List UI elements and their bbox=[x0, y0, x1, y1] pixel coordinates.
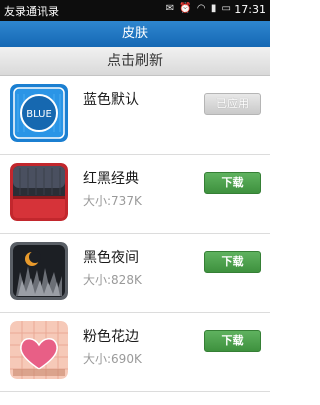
message-icon: ✉ bbox=[165, 3, 176, 14]
skin-name: 粉色花边 bbox=[83, 329, 139, 345]
status-icons: ✉ ⏰ ◠ ▮ ▭ bbox=[166, 3, 232, 14]
skin-size: 大小:690K bbox=[83, 352, 142, 366]
skin-item-night[interactable]: 黑色夜间 大小:828K 下载 bbox=[0, 234, 270, 313]
skin-size: 大小:737K bbox=[83, 194, 142, 208]
download-button[interactable]: 下载 bbox=[204, 172, 261, 194]
applied-button[interactable]: 已应用 bbox=[204, 93, 261, 115]
skin-item-redblack[interactable]: 红黑经典 大小:737K 下载 bbox=[0, 155, 270, 234]
skin-name: 黑色夜间 bbox=[83, 250, 139, 266]
refresh-button[interactable]: 点击刷新 bbox=[0, 47, 270, 76]
download-button[interactable]: 下载 bbox=[204, 330, 261, 352]
skin-thumbnail-redblack bbox=[10, 163, 68, 221]
skin-size: 大小:828K bbox=[83, 273, 142, 287]
status-bar: 友录通讯录 ✉ ⏰ ◠ ▮ ▭ 17:31 bbox=[0, 0, 270, 21]
wifi-icon: ◠ bbox=[196, 3, 207, 14]
signal-icon: ▮ bbox=[210, 3, 218, 14]
skin-thumbnail-pink bbox=[10, 321, 68, 379]
battery-icon: ▭ bbox=[221, 3, 232, 14]
skin-name: 红黑经典 bbox=[83, 171, 139, 187]
skin-name: 蓝色默认 bbox=[83, 92, 139, 108]
skin-thumbnail-label: BLUE bbox=[26, 109, 52, 120]
skin-thumbnail-blue: BLUE bbox=[10, 84, 68, 142]
skin-item-blue[interactable]: BLUE 蓝色默认 已应用 bbox=[0, 76, 270, 155]
status-app-name: 友录通讯录 bbox=[4, 5, 59, 18]
page-title: 皮肤 bbox=[0, 21, 270, 47]
download-button[interactable]: 下载 bbox=[204, 251, 261, 273]
alarm-icon: ⏰ bbox=[179, 3, 193, 14]
status-time: 17:31 bbox=[234, 3, 266, 16]
skin-thumbnail-night bbox=[10, 242, 68, 300]
skin-item-pink[interactable]: 粉色花边 大小:690K 下载 bbox=[0, 313, 270, 392]
